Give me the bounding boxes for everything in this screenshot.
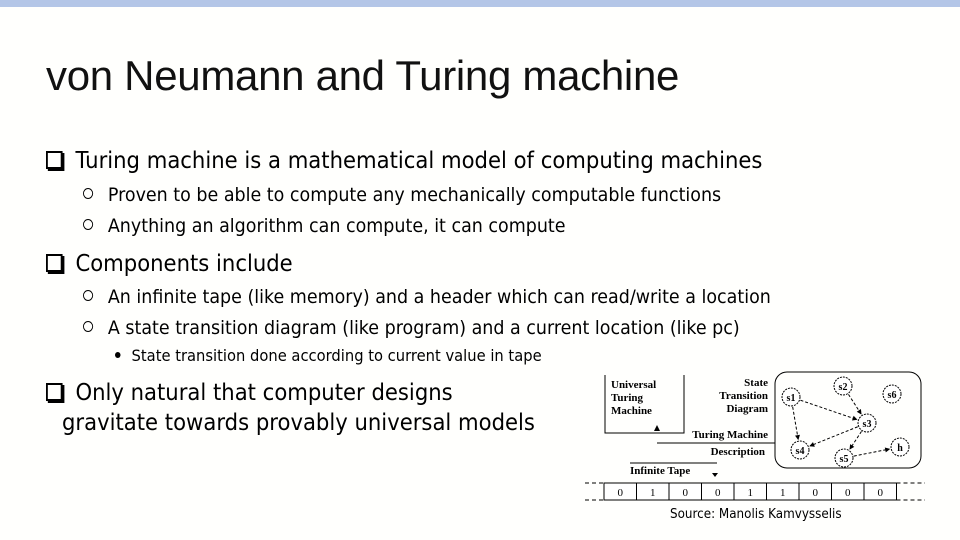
arrowhead-icon bbox=[849, 444, 855, 450]
tape-cell-value: 1 bbox=[780, 487, 786, 499]
up-arrow-icon bbox=[654, 425, 660, 431]
slide-title: von Neumann and Turing machine bbox=[46, 52, 680, 99]
state-label: s1 bbox=[787, 393, 796, 404]
tape-cell-value: 0 bbox=[878, 487, 884, 499]
checkbox-bullet-icon bbox=[46, 383, 63, 401]
transition-edge-s1-s3 bbox=[800, 399, 857, 420]
top-accent-bar bbox=[0, 0, 960, 7]
utm-label-3: Machine bbox=[611, 405, 652, 417]
tape-cell-value: 0 bbox=[618, 487, 624, 499]
sub-bullet-2-1: An infinite tape (like memory) and a hea… bbox=[83, 286, 771, 308]
arrowhead-icon bbox=[884, 447, 891, 453]
tape-cell-value: 0 bbox=[813, 487, 819, 499]
desc-label: Description bbox=[711, 446, 765, 458]
arrowhead-icon bbox=[851, 415, 858, 421]
std-label-3: Diagram bbox=[726, 403, 768, 415]
bullet-1: Turing machine is a mathematical model o… bbox=[46, 148, 762, 174]
transition-edge-s1-s4 bbox=[792, 406, 799, 440]
bullet-3-continuation: gravitate towards provably universal mod… bbox=[62, 410, 535, 436]
bullet-2: Components include bbox=[46, 251, 293, 277]
checkbox-bullet-icon bbox=[46, 254, 63, 272]
dot-bullet-icon bbox=[115, 352, 121, 358]
state-label: s3 bbox=[863, 419, 872, 430]
state-label: s5 bbox=[840, 454, 849, 465]
state-label: s4 bbox=[796, 446, 805, 457]
arrowhead-icon bbox=[856, 409, 862, 415]
checkbox-bullet-icon bbox=[46, 151, 63, 169]
circle-bullet-icon bbox=[83, 219, 94, 230]
transition-edge-s5-h bbox=[853, 448, 890, 457]
tape-cell-value: 0 bbox=[715, 487, 721, 499]
sub-bullet-1-1: Proven to be able to compute any mechani… bbox=[83, 184, 721, 206]
transition-edge-s3-s4 bbox=[810, 426, 858, 447]
tape-cell-value: 1 bbox=[650, 487, 656, 499]
tape-cell-value: 1 bbox=[748, 487, 754, 499]
sub-bullet-2-2: A state transition diagram (like program… bbox=[83, 317, 740, 339]
turing-machine-diagram: Universal Turing Machine State Transitio… bbox=[585, 371, 925, 501]
state-label: s6 bbox=[888, 390, 897, 401]
circle-bullet-icon bbox=[83, 290, 94, 301]
std-label-2: Transition bbox=[719, 390, 768, 402]
utm-label-1: Universal bbox=[611, 379, 656, 391]
sub-bullet-1-2: Anything an algorithm can compute, it ca… bbox=[83, 215, 566, 237]
circle-bullet-icon bbox=[83, 188, 94, 199]
arrowhead-icon bbox=[795, 434, 800, 441]
head-pointer-icon bbox=[712, 473, 718, 477]
tape-cell-value: 0 bbox=[845, 487, 851, 499]
tape-cell-value: 0 bbox=[683, 487, 689, 499]
std-label-1: State bbox=[744, 377, 768, 389]
sub-sub-bullet: State transition done according to curre… bbox=[115, 346, 542, 365]
state-label: h bbox=[897, 443, 903, 454]
tm-label: Turing Machine bbox=[692, 429, 768, 441]
source-caption: Source: Manolis Kamvysselis bbox=[670, 507, 842, 522]
circle-bullet-icon bbox=[83, 321, 94, 332]
bullet-3: Only natural that computer designs bbox=[46, 380, 453, 406]
tape-label: Infinite Tape bbox=[630, 465, 690, 477]
utm-label-2: Turing bbox=[611, 392, 644, 404]
state-label: s2 bbox=[839, 382, 848, 393]
